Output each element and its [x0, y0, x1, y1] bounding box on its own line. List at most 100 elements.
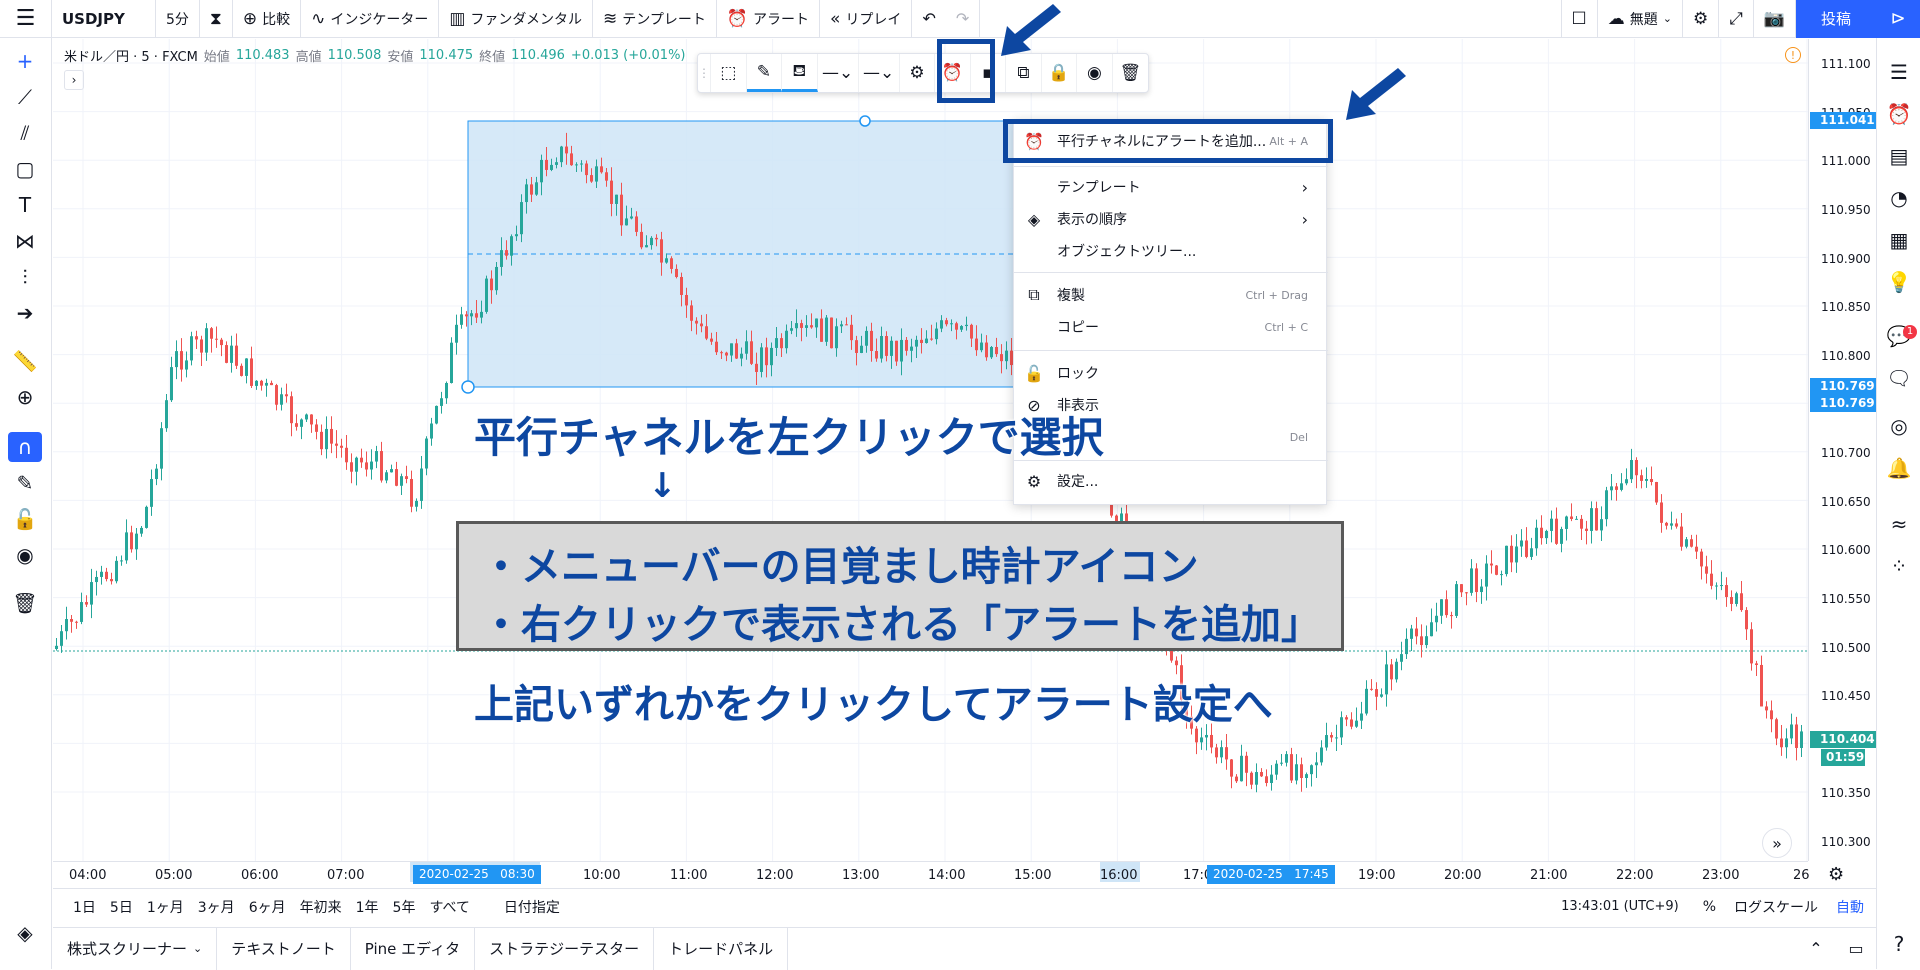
symbol-search[interactable]: USDJPY: [52, 0, 156, 38]
fullscreen-toggle[interactable]: ☐: [1560, 0, 1598, 38]
warning-icon[interactable]: !: [1785, 47, 1801, 63]
compare-button[interactable]: ⊕ 比較: [233, 0, 302, 38]
candle-body: [1255, 772, 1258, 785]
settings-icon[interactable]: ⚙: [900, 54, 936, 92]
percent-toggle[interactable]: %: [1703, 899, 1716, 915]
templates-button[interactable]: ≋ テンプレート: [593, 0, 717, 38]
chart-type-button[interactable]: ⧗: [200, 0, 233, 38]
streams-icon[interactable]: ◎: [1883, 410, 1915, 442]
help-icon[interactable]: ?: [1883, 928, 1915, 960]
undo-button[interactable]: ↶: [912, 0, 945, 38]
channel-handle-left[interactable]: [461, 380, 475, 394]
candle-body: [145, 506, 148, 528]
range-1y[interactable]: 1年: [356, 897, 379, 917]
indicators-button[interactable]: ∿ インジケーター: [301, 0, 440, 38]
alert-button[interactable]: ⏰ アラート: [717, 0, 821, 38]
price-axis[interactable]: 111.100 111.050 111.000 110.950 110.900 …: [1808, 39, 1876, 861]
publish-button[interactable]: 投稿: [1796, 0, 1876, 38]
range-6m[interactable]: 6ヶ月: [249, 897, 286, 917]
menu-object-tree[interactable]: オブジェクトツリー...: [1014, 236, 1328, 266]
time-axis[interactable]: 04:00 05:00 06:00 07:00 10:00 11:00 12:0…: [53, 861, 1810, 888]
range-5y[interactable]: 5年: [393, 897, 416, 917]
calendar-icon[interactable]: ▦: [1883, 224, 1915, 256]
magnet-icon[interactable]: ∩: [8, 432, 42, 462]
ruler-icon[interactable]: 📏: [8, 346, 42, 376]
candle-body: [940, 320, 943, 329]
fundamentals-label: ファンダメンタル: [470, 11, 583, 28]
range-5d[interactable]: 5日: [110, 897, 133, 917]
data-window-icon[interactable]: ▤: [1883, 140, 1915, 172]
tab-pine-editor[interactable]: Pine エディタ: [351, 927, 476, 970]
menu-copy[interactable]: コピー Ctrl + C: [1014, 312, 1328, 342]
legend-name[interactable]: 米ドル／円 · 5 · FXCM: [64, 46, 198, 65]
tab-stock-screener[interactable]: 株式スクリーナー ⌄: [53, 927, 218, 970]
auto-scale-toggle[interactable]: 自動: [1836, 897, 1864, 917]
redo-button[interactable]: ↷: [946, 0, 981, 38]
legend-collapse-button[interactable]: ›: [64, 70, 84, 90]
select-template-icon[interactable]: ⬚: [711, 54, 747, 92]
arrow-circle-icon[interactable]: ➔: [8, 298, 42, 328]
trash-icon[interactable]: 🗑: [8, 588, 42, 618]
trend-line-icon[interactable]: ⟋: [8, 82, 42, 112]
tab-strategy-tester[interactable]: ストラテジーテスター: [475, 927, 655, 970]
ideas-icon[interactable]: 💡: [1883, 266, 1915, 298]
pencil-lock-icon[interactable]: ✎: [8, 468, 42, 498]
range-all[interactable]: すべて: [429, 897, 469, 917]
drag-handle-icon[interactable]: ⋮: [698, 54, 712, 92]
snapshot-button[interactable]: 📷: [1754, 0, 1796, 38]
zoom-icon[interactable]: ⊕: [8, 382, 42, 412]
layers-icon[interactable]: ◈: [8, 918, 42, 948]
rectangle-icon[interactable]: ▢: [8, 154, 42, 184]
text-icon[interactable]: T: [8, 190, 42, 220]
candle-body: [1590, 508, 1593, 531]
log-scale-toggle[interactable]: ログスケール: [1734, 897, 1818, 917]
menu-template[interactable]: テンプレート ›: [1014, 172, 1328, 202]
watchlist-icon[interactable]: ☰: [1883, 56, 1915, 88]
goto-date-button[interactable]: 日付指定: [504, 897, 560, 917]
settings-button[interactable]: ⚙: [1683, 0, 1720, 38]
replay-button[interactable]: «リプレイ: [820, 0, 913, 38]
menu-visual-order[interactable]: ◈ 表示の順序 ›: [1014, 204, 1328, 234]
line-width-icon[interactable]: —⌄: [859, 54, 900, 92]
maximize-panel-icon[interactable]: ▭: [1836, 939, 1876, 958]
channel-handle-top[interactable]: [859, 115, 871, 127]
interval-button[interactable]: 5分: [156, 0, 200, 38]
range-1d[interactable]: 1日: [73, 897, 96, 917]
expand-button[interactable]: ⤢: [1719, 0, 1754, 38]
menu-settings[interactable]: ⚙ 設定...: [1014, 466, 1328, 496]
fill-color-icon[interactable]: ⛾: [782, 54, 818, 92]
clock[interactable]: 13:43:01 (UTC+9): [1561, 899, 1679, 914]
menu-lock[interactable]: 🔓 ロック: [1014, 358, 1328, 388]
tab-text-notes[interactable]: テキストノート: [217, 927, 351, 970]
fundamentals-button[interactable]: ▥ ファンダメンタル: [439, 0, 594, 38]
prediction-icon[interactable]: ⫶: [8, 262, 42, 292]
tab-trade-panel[interactable]: トレードパネル: [654, 927, 789, 970]
range-ytd[interactable]: 年初来: [300, 897, 342, 917]
menu-clone[interactable]: ⧉ 複製 Ctrl + Drag: [1014, 280, 1328, 310]
play-button[interactable]: ⊳: [1876, 0, 1920, 38]
notifications-bell-icon[interactable]: 🔔: [1883, 452, 1915, 484]
fib-icon[interactable]: ⫽: [8, 118, 42, 148]
candle-body: [850, 324, 853, 341]
alarm-clock-icon[interactable]: ⏰: [1883, 98, 1915, 130]
hotlists-icon[interactable]: ◔: [1883, 182, 1915, 214]
trash-icon[interactable]: 🗑: [1113, 54, 1148, 92]
menu-button[interactable]: ☰: [0, 0, 52, 38]
range-3m[interactable]: 3ヶ月: [198, 897, 235, 917]
candle-body: [1705, 566, 1708, 574]
chevron-up-icon[interactable]: ⌃: [1796, 939, 1836, 958]
dom-icon[interactable]: ⁘: [1883, 550, 1915, 582]
line-color-icon[interactable]: ✎: [746, 54, 783, 92]
signals-icon[interactable]: ≈: [1883, 508, 1915, 540]
eye-icon[interactable]: ◉: [8, 540, 42, 570]
lock-icon[interactable]: 🔓: [8, 504, 42, 534]
range-1m[interactable]: 1ヶ月: [147, 897, 184, 917]
line-style-icon[interactable]: —⌄: [818, 54, 859, 92]
axis-settings-icon[interactable]: ⚙: [1828, 864, 1844, 885]
hide-icon[interactable]: ◉: [1077, 54, 1113, 92]
scroll-right-button[interactable]: »: [1762, 828, 1792, 858]
private-chat-icon[interactable]: 🗨: [1883, 362, 1915, 394]
layout-button[interactable]: ☁ 無題 ⌄: [1598, 0, 1683, 38]
pattern-icon[interactable]: ⋈: [8, 226, 42, 256]
crosshair-icon[interactable]: +: [8, 46, 42, 76]
